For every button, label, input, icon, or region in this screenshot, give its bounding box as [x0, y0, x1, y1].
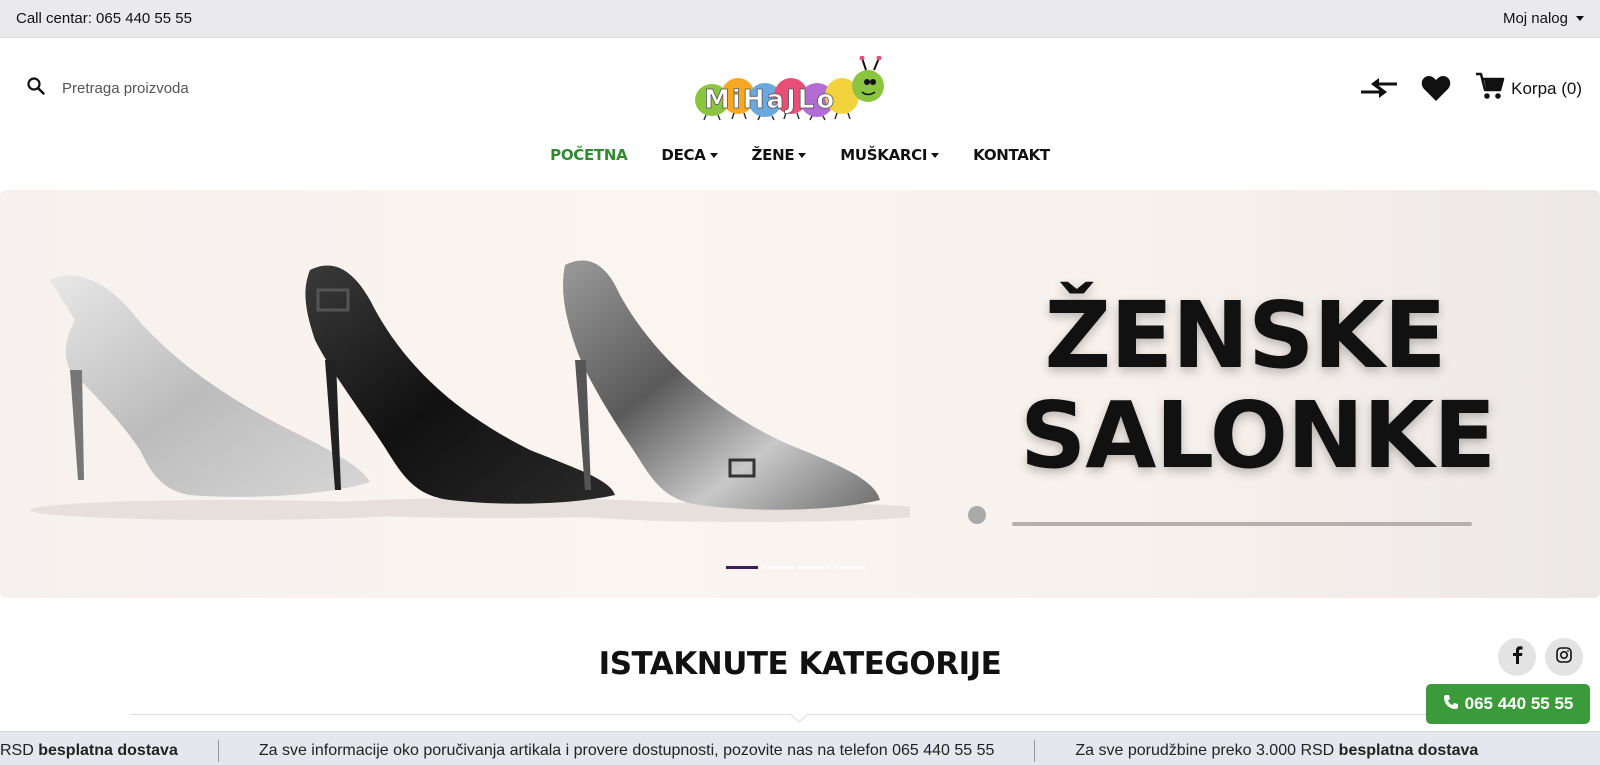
ticker-item: RSD besplatna dostava	[0, 742, 178, 759]
phone-button-label: 065 440 55 55	[1464, 694, 1574, 713]
caret-down-icon	[1576, 16, 1584, 21]
cart-label: Korpa (0)	[1511, 78, 1582, 98]
ticker-separator	[1034, 740, 1036, 762]
ticker-separator	[217, 740, 219, 762]
facebook-button[interactable]	[1498, 638, 1536, 676]
hero-title: ŽENSKE SALONKE	[1020, 282, 1496, 489]
nav-item-deca[interactable]: DECA	[661, 146, 718, 164]
compare-arrows-icon[interactable]	[1359, 75, 1399, 103]
slider-dot[interactable]	[798, 566, 830, 569]
divider-notch	[790, 713, 808, 722]
ticker-item: Za sve informacije oko poručivanja artik…	[258, 742, 995, 759]
slider-progress-line	[1012, 522, 1472, 526]
account-menu[interactable]: Moj nalog	[1503, 10, 1584, 27]
slider-dot[interactable]	[726, 566, 758, 569]
slider-progress-handle	[968, 506, 986, 524]
hero-slider[interactable]: ŽENSKE SALONKE	[0, 190, 1600, 598]
facebook-icon	[1511, 645, 1523, 669]
phone-icon	[1443, 694, 1459, 715]
info-ticker: RSD besplatna dostava Za sve informacije…	[0, 731, 1600, 765]
cart-button[interactable]: Korpa (0)	[1475, 72, 1582, 105]
instagram-button[interactable]	[1545, 638, 1583, 676]
cart-icon	[1475, 72, 1505, 105]
search-input[interactable]	[62, 80, 322, 97]
search-bar	[26, 76, 346, 101]
nav-item-muskarci[interactable]: MUŠKARCI	[840, 146, 940, 164]
site-logo[interactable]: MiHaJLo	[690, 55, 890, 122]
logo-text: MiHaJLo	[704, 85, 836, 115]
caret-down-icon	[931, 152, 940, 158]
section-title: ISTAKNUTE KATEGORIJE	[598, 646, 1002, 682]
hero-title-line1: ŽENSKE	[1044, 282, 1447, 389]
phone-call-button[interactable]: 065 440 55 55	[1426, 684, 1590, 724]
hero-shoes-image	[30, 260, 910, 522]
slider-dot[interactable]	[834, 566, 866, 569]
header-actions: Korpa (0)	[1359, 72, 1582, 105]
top-bar: Call centar: 065 440 55 55 Moj nalog	[0, 0, 1600, 38]
search-icon[interactable]	[26, 76, 46, 101]
caret-down-icon	[709, 152, 718, 158]
call-center-text: Call centar: 065 440 55 55	[16, 10, 192, 27]
slider-dot[interactable]	[762, 566, 794, 569]
ticker-item: Za sve porudžbine preko 3.000 RSD bespla…	[1075, 742, 1479, 759]
hero-title-line2: SALONKE	[1020, 382, 1496, 489]
main-navigation: POČETNA DECA ŽENE MUŠKARCI KONTAKT	[0, 146, 1600, 164]
nav-item-zene[interactable]: ŽENE	[752, 146, 807, 164]
account-label: Moj nalog	[1502, 10, 1568, 27]
slider-pagination	[726, 566, 866, 569]
instagram-icon	[1556, 646, 1572, 668]
nav-item-kontakt[interactable]: KONTAKT	[973, 146, 1050, 164]
heart-icon[interactable]	[1421, 75, 1451, 102]
ticker-track: RSD besplatna dostava Za sve informacije…	[0, 740, 1478, 762]
nav-item-pocetna[interactable]: POČETNA	[550, 146, 628, 164]
caret-down-icon	[798, 152, 807, 158]
